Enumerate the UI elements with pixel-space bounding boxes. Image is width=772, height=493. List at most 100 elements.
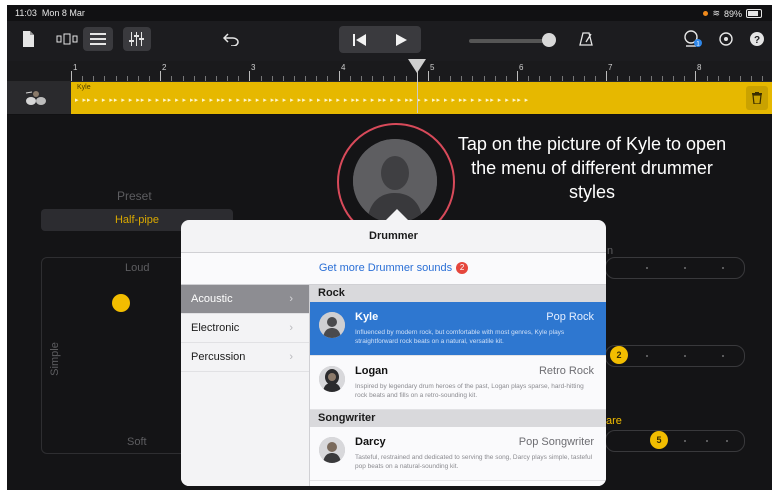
document-icon[interactable] [17,27,39,51]
xy-puck[interactable] [112,294,130,312]
playhead-handle[interactable] [408,59,426,73]
ruler-tick [461,76,463,81]
right-panel-label: are [606,415,622,427]
ruler-tick [137,76,139,81]
ruler-tick [327,76,329,81]
ruler-tick [650,76,652,81]
chevron-right-icon: › [289,351,293,363]
drummer-row-darcy[interactable]: Darcy Pop Songwriter Tasteful, restraine… [310,427,606,481]
ruler-tick [639,76,641,81]
ruler-tick [383,76,385,81]
region-name: Kyle [77,84,91,91]
ruler-tick [717,76,719,81]
drummer-description: Tasteful, restrained and dedicated to se… [355,454,593,470]
list-view-icon[interactable] [83,27,113,51]
status-bar: 11:03 Mon 8 Mar ≋ 89% [7,5,772,21]
master-volume-slider[interactable] [469,33,556,47]
ruler-tick [282,76,284,81]
drummer-row-kyle[interactable]: Kyle Pop Rock Influenced by modern rock,… [310,302,606,356]
settings-icon[interactable] [715,27,737,51]
ruler-tick [260,76,262,81]
drummer-region[interactable]: Kyle ▸ ▸▸ ▸ ▸ ▸▸ ▸ ▸ ▸▸ ▸ ▸ ▸▸ ▸ ▸ ▸▸ ▸ … [71,82,772,114]
trash-icon[interactable] [746,86,768,110]
drummer-style: Retro Rock [538,365,594,377]
battery-icon [746,9,762,18]
category-acoustic[interactable]: Acoustic › [181,285,309,314]
ruler-tick [706,76,708,81]
loops-icon[interactable]: 1 [681,27,705,51]
drummer-popover: Drummer Get more Drummer sounds 2 Acousti… [181,220,606,486]
ruler-tick [204,76,206,81]
battery-percent: 89% [723,8,742,19]
ruler-tick [505,76,507,81]
instrument-slider[interactable] [605,430,745,452]
ruler-tick [583,76,585,81]
timeline-ruler[interactable]: 1 2 3 4 5 6 7 8 [7,61,772,82]
bar-number: 1 [73,63,78,72]
ruler-tick [539,76,541,81]
ruler-tick [606,71,608,81]
drummer-track-header[interactable] [7,82,71,114]
ruler-tick [450,76,452,81]
ruler-tick [294,76,295,81]
drummer-style: Pop Rock [546,311,594,323]
ruler-tick [494,76,496,81]
instrument-slider[interactable] [605,257,745,279]
ruler-tick [472,76,474,81]
ruler-tick [349,76,351,81]
ruler-tick [394,76,396,81]
bar-number: 3 [251,63,256,72]
notification-badge: 2 [456,262,469,275]
category-percussion[interactable]: Percussion › [181,343,309,372]
popover-title: Drummer [181,220,606,253]
ruler-tick [171,76,173,81]
ruler-tick [427,71,429,81]
toolbar: 1 ? [7,21,772,61]
ruler-tick [93,76,95,81]
ruler-tick [628,76,630,81]
bar-number: 4 [341,63,346,72]
get-more-drummer-sounds-link[interactable]: Get more Drummer sounds 2 [181,253,606,285]
play-icon[interactable] [380,26,421,53]
section-header-songwriter: Songwriter [310,410,606,427]
transport-controls [339,26,421,53]
help-icon[interactable]: ? [747,27,767,51]
ruler-tick [126,76,128,81]
track-view-icon[interactable] [53,27,81,51]
category-electronic[interactable]: Electronic › [181,314,309,343]
ruler-tick [215,76,217,81]
preset-label: Preset [117,189,152,203]
ruler-tick [227,76,229,81]
volume-knob[interactable] [542,33,556,47]
bar-number: 8 [697,63,702,72]
category-label: Percussion [191,351,246,363]
drummer-name: Logan [355,365,388,377]
right-panel-label: n [607,245,614,257]
svg-text:?: ? [754,35,760,46]
ruler-tick [751,76,753,81]
undo-icon[interactable] [219,27,243,51]
category-label: Acoustic [191,293,233,305]
wifi-icon: ≋ [712,8,720,18]
drummer-avatar [319,437,345,463]
ruler-tick [305,76,307,81]
ruler-tick [550,76,552,81]
drummer-description: Inspired by legendary drum heroes of the… [355,383,584,399]
slider-knob[interactable]: 5 [650,431,668,449]
ruler-tick [182,76,184,81]
status-indicators: ≋ 89% [703,8,762,19]
ruler-tick [661,76,663,81]
drummer-description: Influenced by modern rock, but comfortab… [355,329,565,345]
rewind-icon[interactable] [339,26,380,53]
xy-label-soft: Soft [127,436,147,448]
mixer-icon[interactable] [123,27,151,51]
ruler-tick [316,76,318,81]
ruler-tick [71,71,72,81]
drummer-row-logan[interactable]: Logan Retro Rock Inspired by legendary d… [310,356,606,410]
ruler-tick [160,71,162,81]
ruler-tick [405,76,407,81]
slider-knob[interactable]: 2 [610,346,628,364]
metronome-icon[interactable] [575,27,597,51]
ruler-tick [528,76,530,81]
drum-kit-icon [25,91,46,105]
